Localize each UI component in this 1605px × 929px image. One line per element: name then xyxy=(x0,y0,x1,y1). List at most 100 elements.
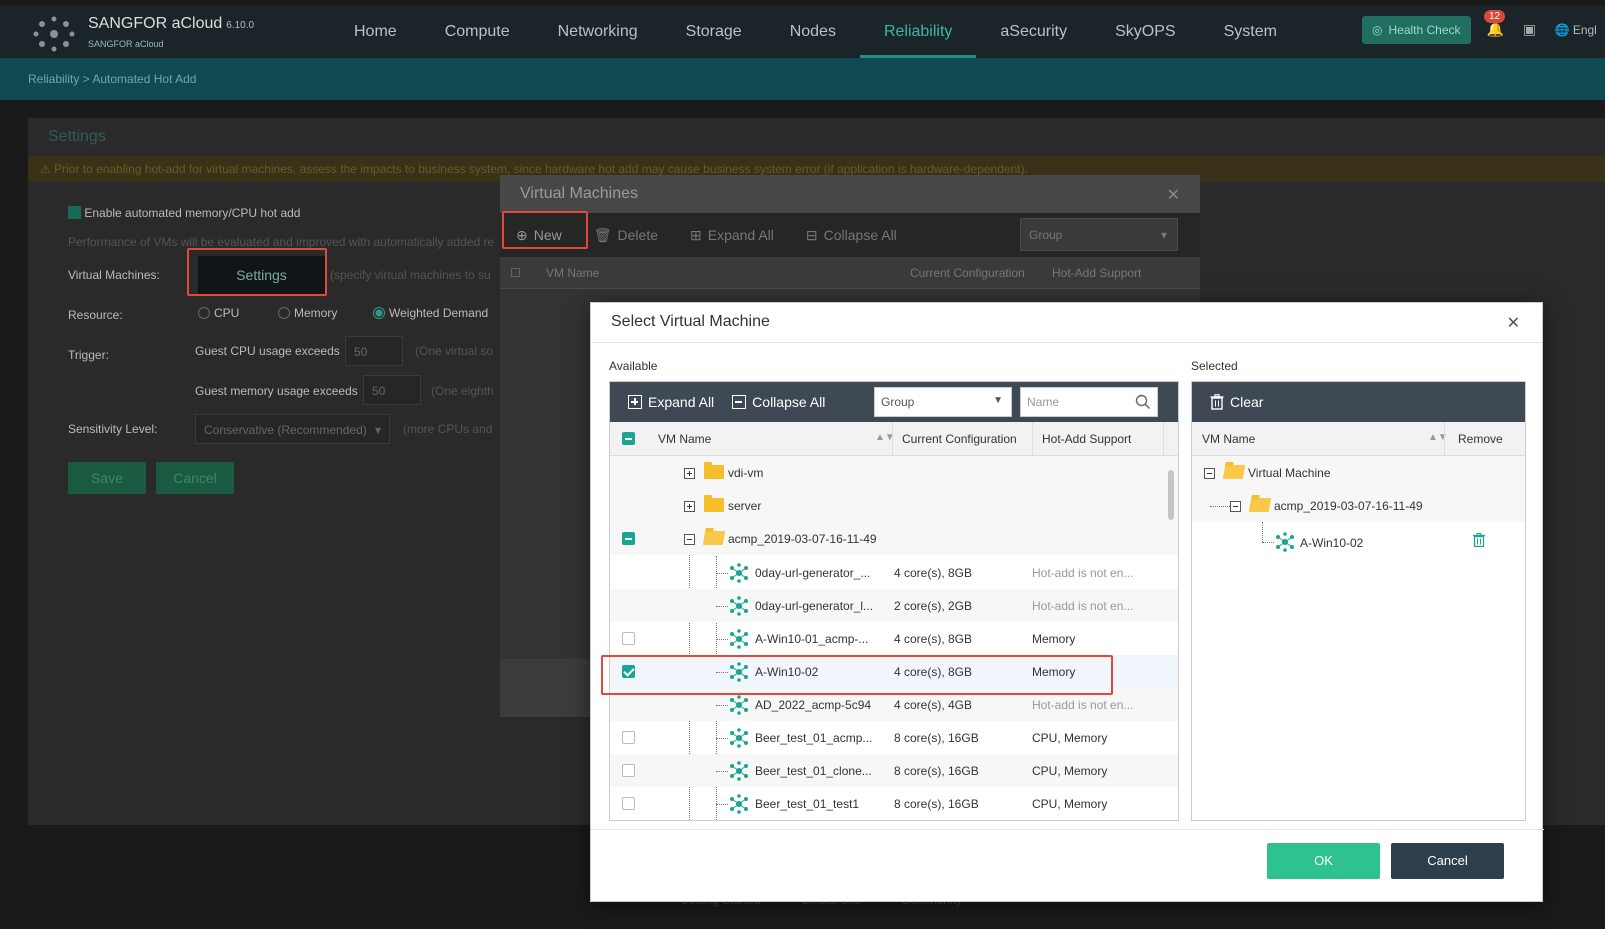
remove-trash-icon[interactable] xyxy=(1473,533,1485,547)
memory-hint: (One eighth xyxy=(431,384,494,398)
vm-row[interactable]: Beer_test_01_clone... 8 core(s), 16GB CP… xyxy=(610,754,1178,787)
nav-home[interactable]: Home xyxy=(330,6,421,58)
sensitivity-select[interactable]: Conservative (Recommended) ▾ xyxy=(195,414,390,444)
vm-config: 4 core(s), 4GB xyxy=(894,698,973,712)
header-selected-vm-name: VM Name xyxy=(1202,432,1256,446)
group-row-vdi-vm[interactable]: vdi-vm xyxy=(610,456,1178,489)
cpu-threshold-input[interactable]: 50 xyxy=(345,336,403,366)
selected-root-row[interactable]: Virtual Machine xyxy=(1192,456,1525,489)
vm-collapse-all-label: Collapse All xyxy=(823,227,897,243)
settings-cancel-button[interactable]: Cancel xyxy=(156,462,234,494)
column-divider xyxy=(1444,422,1445,456)
group-select[interactable]: Group ▼ xyxy=(874,387,1012,417)
vm-icon xyxy=(730,695,748,715)
resource-label: Resource: xyxy=(68,308,123,322)
vm-dialog-header: Virtual Machines ✕ xyxy=(500,175,1200,213)
vm-icon xyxy=(730,761,748,781)
collapse-all-label: Collapse All xyxy=(752,394,826,410)
expand-icon[interactable] xyxy=(684,501,695,512)
nav-reliability[interactable]: Reliability xyxy=(859,6,977,58)
vm-row[interactable]: Beer_test_01_acmp... 8 core(s), 16GB CPU… xyxy=(610,721,1178,754)
selected-vm-row[interactable]: A-Win10-02 xyxy=(1192,522,1525,562)
expand-all-button[interactable]: Expand All xyxy=(610,394,714,410)
vm-row[interactable]: A-Win10-01_acmp-... 4 core(s), 8GB Memor… xyxy=(610,622,1178,655)
expand-icon: ⊞ xyxy=(690,226,702,243)
vm-header-checkbox[interactable]: ☐ xyxy=(510,266,521,280)
vm-collapse-all-button[interactable]: ⊟ Collapse All xyxy=(790,227,913,244)
vm-checkbox[interactable] xyxy=(622,764,635,777)
vm-checkbox[interactable] xyxy=(622,797,635,810)
resource-weighted-option[interactable]: Weighted Demand xyxy=(373,306,488,320)
collapse-all-button[interactable]: Collapse All xyxy=(714,394,825,410)
enable-hot-add-row[interactable]: Enable automated memory/CPU hot add xyxy=(68,206,300,220)
select-dialog-title: Select Virtual Machine xyxy=(611,313,770,330)
resource-cpu-radio[interactable] xyxy=(198,307,210,319)
selected-group-row[interactable]: acmp_2019-03-07-16-11-49 xyxy=(1192,489,1525,522)
expand-icon[interactable] xyxy=(684,468,695,479)
name-search-input[interactable]: Name xyxy=(1020,387,1158,417)
selected-vm-name: A-Win10-02 xyxy=(1300,536,1364,550)
vm-dialog-toolbar: ⊕ New 🗑 Delete ⊞ Expand All ⊟ Collapse All G… xyxy=(500,213,1200,257)
group-row-acmp[interactable]: acmp_2019-03-07-16-11-49 xyxy=(610,522,1178,555)
vm-row[interactable]: 0day-url-generator_... 4 core(s), 8GB Ho… xyxy=(610,556,1178,589)
vm-name: Beer_test_01_test1 xyxy=(755,797,860,811)
vm-group-select[interactable]: Group ▾ xyxy=(1020,218,1178,251)
vm-hotadd: CPU, Memory xyxy=(1032,797,1108,811)
brand-title: SANGFOR aCloud xyxy=(88,15,223,32)
ok-button[interactable]: OK xyxy=(1267,843,1380,879)
enable-hot-add-checkbox[interactable] xyxy=(68,206,81,219)
resource-weighted-radio[interactable] xyxy=(373,307,385,319)
vm-icon xyxy=(730,794,748,814)
language-selector[interactable]: 🌐 Engl xyxy=(1555,23,1597,37)
resource-memory-option[interactable]: Memory xyxy=(278,306,337,320)
resource-memory-radio[interactable] xyxy=(278,307,290,319)
highlight-selected-vm-row xyxy=(601,655,1113,695)
close-icon[interactable]: ✕ xyxy=(1167,185,1180,205)
health-check-button[interactable]: ◎ Health Check xyxy=(1362,16,1471,44)
clear-button[interactable]: Clear xyxy=(1192,394,1263,410)
vm-hotadd: Hot-add is not en... xyxy=(1032,566,1134,580)
chevron-down-icon: ▾ xyxy=(1160,228,1167,242)
vm-name: Beer_test_01_acmp... xyxy=(755,731,873,745)
available-label: Available xyxy=(609,359,658,373)
resource-cpu-option[interactable]: CPU xyxy=(198,306,239,320)
chevron-down-icon: ▾ xyxy=(374,423,381,437)
vm-checkbox[interactable] xyxy=(622,731,635,744)
group-checkbox[interactable] xyxy=(622,532,635,545)
nav-system[interactable]: System xyxy=(1200,6,1301,58)
vm-icon xyxy=(1276,532,1294,552)
memory-threshold-input[interactable]: 50 xyxy=(363,375,421,405)
nav-skyops[interactable]: SkyOPS xyxy=(1091,6,1199,58)
nav-nodes[interactable]: Nodes xyxy=(766,6,860,58)
select-all-checkbox[interactable] xyxy=(622,432,635,445)
scrollbar[interactable] xyxy=(1168,470,1174,520)
vm-row[interactable]: Beer_test_01_test1 8 core(s), 16GB CPU, … xyxy=(610,787,1178,820)
nav-compute[interactable]: Compute xyxy=(421,6,534,58)
selected-label: Selected xyxy=(1191,359,1238,373)
search-icon[interactable] xyxy=(1135,394,1151,410)
vm-expand-all-button[interactable]: ⊞ Expand All xyxy=(674,227,790,244)
available-table-header: VM Name ▲▼ Current Configuration Hot-Add… xyxy=(610,422,1178,456)
vm-dialog-title: Virtual Machines xyxy=(520,185,638,202)
collapse-icon[interactable] xyxy=(1204,468,1215,479)
highlight-settings xyxy=(187,248,327,296)
group-row-server[interactable]: server xyxy=(610,489,1178,522)
close-icon[interactable]: ✕ xyxy=(1507,313,1520,333)
resource-memory-label: Memory xyxy=(294,306,338,320)
expand-all-label: Expand All xyxy=(648,394,715,410)
nav-networking[interactable]: Networking xyxy=(534,6,662,58)
nav-storage[interactable]: Storage xyxy=(662,6,766,58)
delete-button[interactable]: 🗑 Delete xyxy=(578,227,674,244)
settings-title: Settings xyxy=(48,128,106,145)
bell-icon[interactable]: 🔔 xyxy=(1487,21,1505,39)
vm-name: AD_2022_acmp-5c94 xyxy=(755,698,872,712)
open-folder-icon xyxy=(702,531,726,545)
cancel-button[interactable]: Cancel xyxy=(1391,843,1504,879)
collapse-icon[interactable] xyxy=(1230,501,1241,512)
vm-checkbox[interactable] xyxy=(622,632,635,645)
task-icon[interactable]: ▣ xyxy=(1521,21,1539,39)
save-button[interactable]: Save xyxy=(68,462,146,494)
vm-row[interactable]: 0day-url-generator_l... 2 core(s), 2GB H… xyxy=(610,589,1178,622)
collapse-icon[interactable] xyxy=(684,534,695,545)
nav-asecurity[interactable]: aSecurity xyxy=(976,6,1091,58)
